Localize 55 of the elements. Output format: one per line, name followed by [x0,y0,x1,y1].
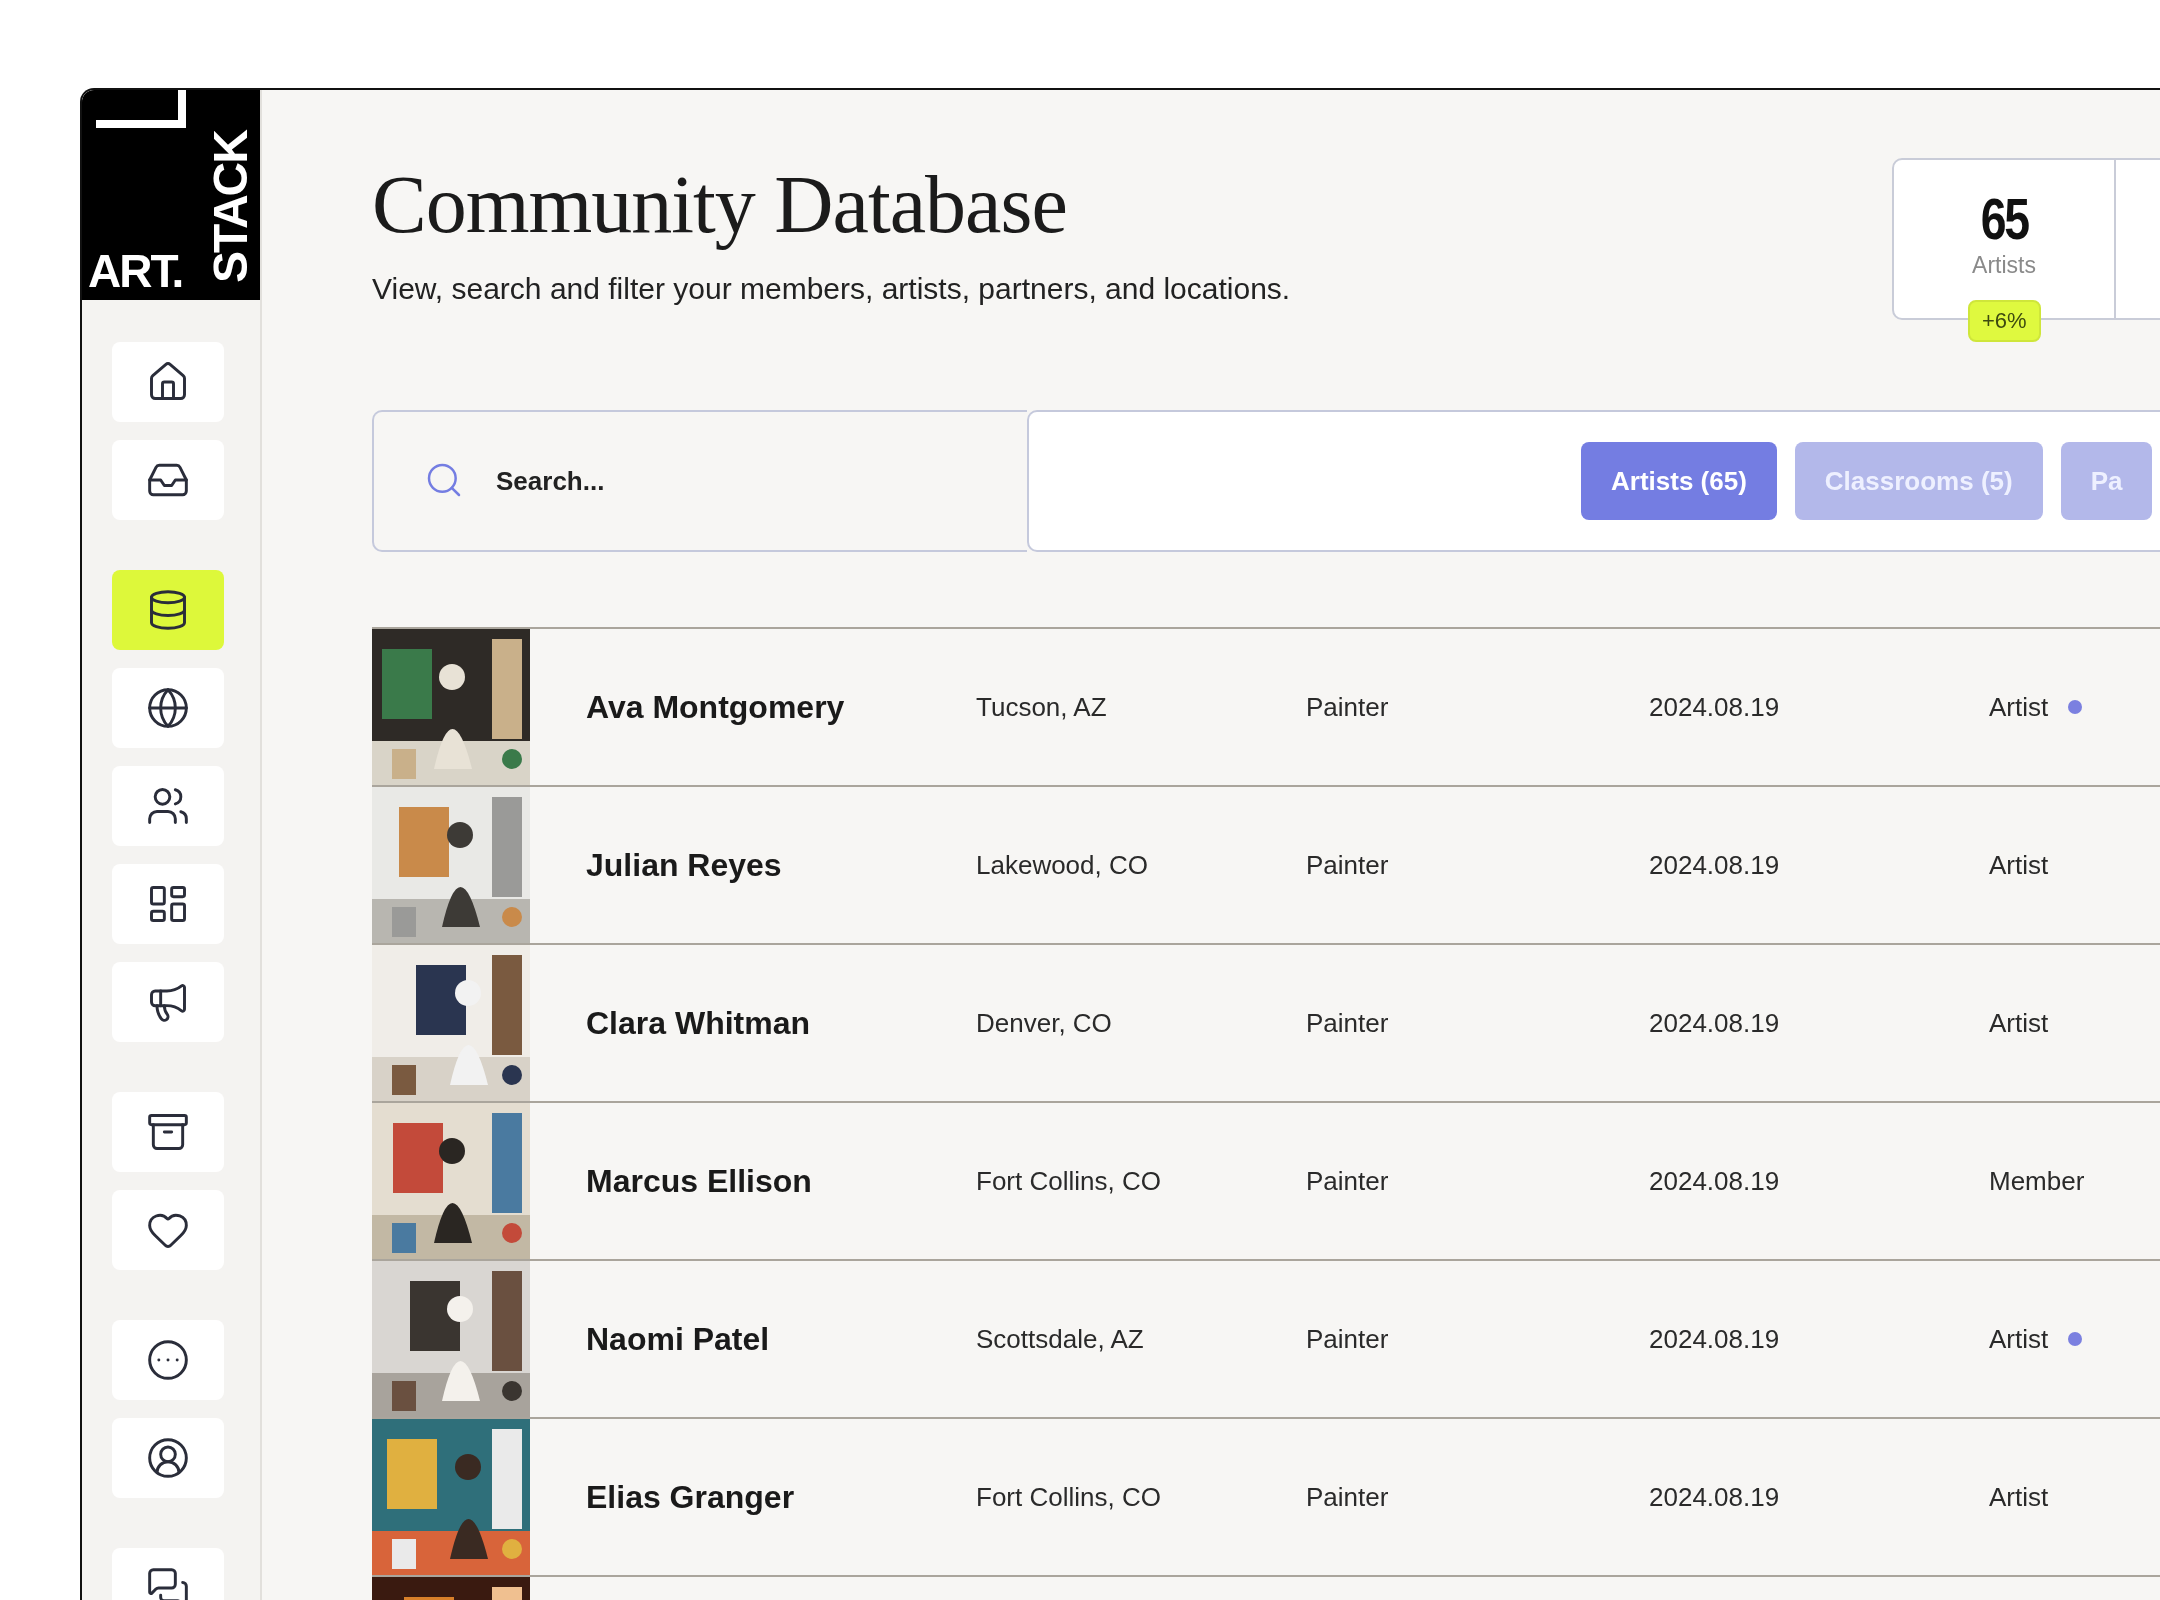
date-cell-text: 2024.08.19 [1649,849,1781,881]
type-cell: Artist [1989,1007,2049,1039]
globe-icon [146,686,190,730]
date-cell-text: 2024.08.19 [1649,1007,1781,1039]
stat-label: Artists [1972,252,2036,279]
stat-value: 65 [1980,190,2028,248]
member-name: Marcus Ellison [585,1162,813,1200]
logo-text: STACK [207,130,255,284]
location-cell-text: Denver, CO [976,1007,1113,1039]
ellipsis-icon [146,1338,190,1382]
member-name: Elias Granger [585,1478,796,1516]
member-name: Clara Whitman [585,1004,812,1042]
filter-tab[interactable]: Classrooms (5) [1794,442,2043,520]
discipline-cell-text: Painter [1306,1165,1390,1197]
location-cell-text: Fort Collins, CO [976,1481,1162,1513]
date-cell-text: 2024.08.19 [1649,1323,1781,1355]
type-cell: Artist [1989,849,2049,881]
nav-button[interactable] [112,668,224,748]
chat-icon [146,1566,190,1600]
type-cell: Artist [1989,1323,2049,1355]
discipline-cell-text: Painter [1306,849,1390,881]
location-cell-text: Tucson, AZ [976,691,1108,723]
type-cell: Artist [1989,691,2049,723]
location-cell-text: Fort Collins, CO [976,1165,1162,1197]
type-cell: Artist [1989,1481,2049,1513]
nav-button[interactable] [112,1320,224,1400]
user-icon [146,1436,190,1480]
nav-button[interactable] [112,1092,224,1172]
date-cell-text: 2024.08.19 [1649,691,1781,723]
discipline-cell-text: Painter [1306,691,1390,723]
member-name: Ava Montgomery [585,688,846,726]
nav-button[interactable] [112,440,224,520]
nav-button[interactable] [112,962,224,1042]
filter-tab[interactable]: Pa [2060,442,2153,520]
member-name: Julian Reyes [585,846,783,884]
type-cell: Member [1989,1165,2085,1197]
logo-text: ART. [88,248,183,294]
search-field[interactable]: Search... [372,410,1027,552]
filter-tab[interactable]: Artists (65) [1581,442,1777,520]
change-badge: +6% [1968,300,2041,342]
nav-button[interactable] [112,766,224,846]
date-cell-text: 2024.08.19 [1649,1481,1781,1513]
location-cell-text: Lakewood, CO [976,849,1149,881]
nav-button[interactable] [112,1418,224,1498]
discipline-cell-text: Painter [1306,1481,1390,1513]
member-name: Naomi Patel [585,1320,771,1358]
discipline-cell-text: Painter [1306,1323,1390,1355]
page-subtitle: View, search and filter your members, artists, partners, and locations. [372,272,1292,306]
discipline-cell-text: Painter [1306,1007,1390,1039]
date-cell-text: 2024.08.19 [1649,1165,1781,1197]
location-cell-text: Scottsdale, AZ [976,1323,1145,1355]
nav-button[interactable] [112,1190,224,1270]
nav-button[interactable] [112,342,224,422]
nav-button[interactable] [112,864,224,944]
nav-button[interactable] [112,570,224,650]
